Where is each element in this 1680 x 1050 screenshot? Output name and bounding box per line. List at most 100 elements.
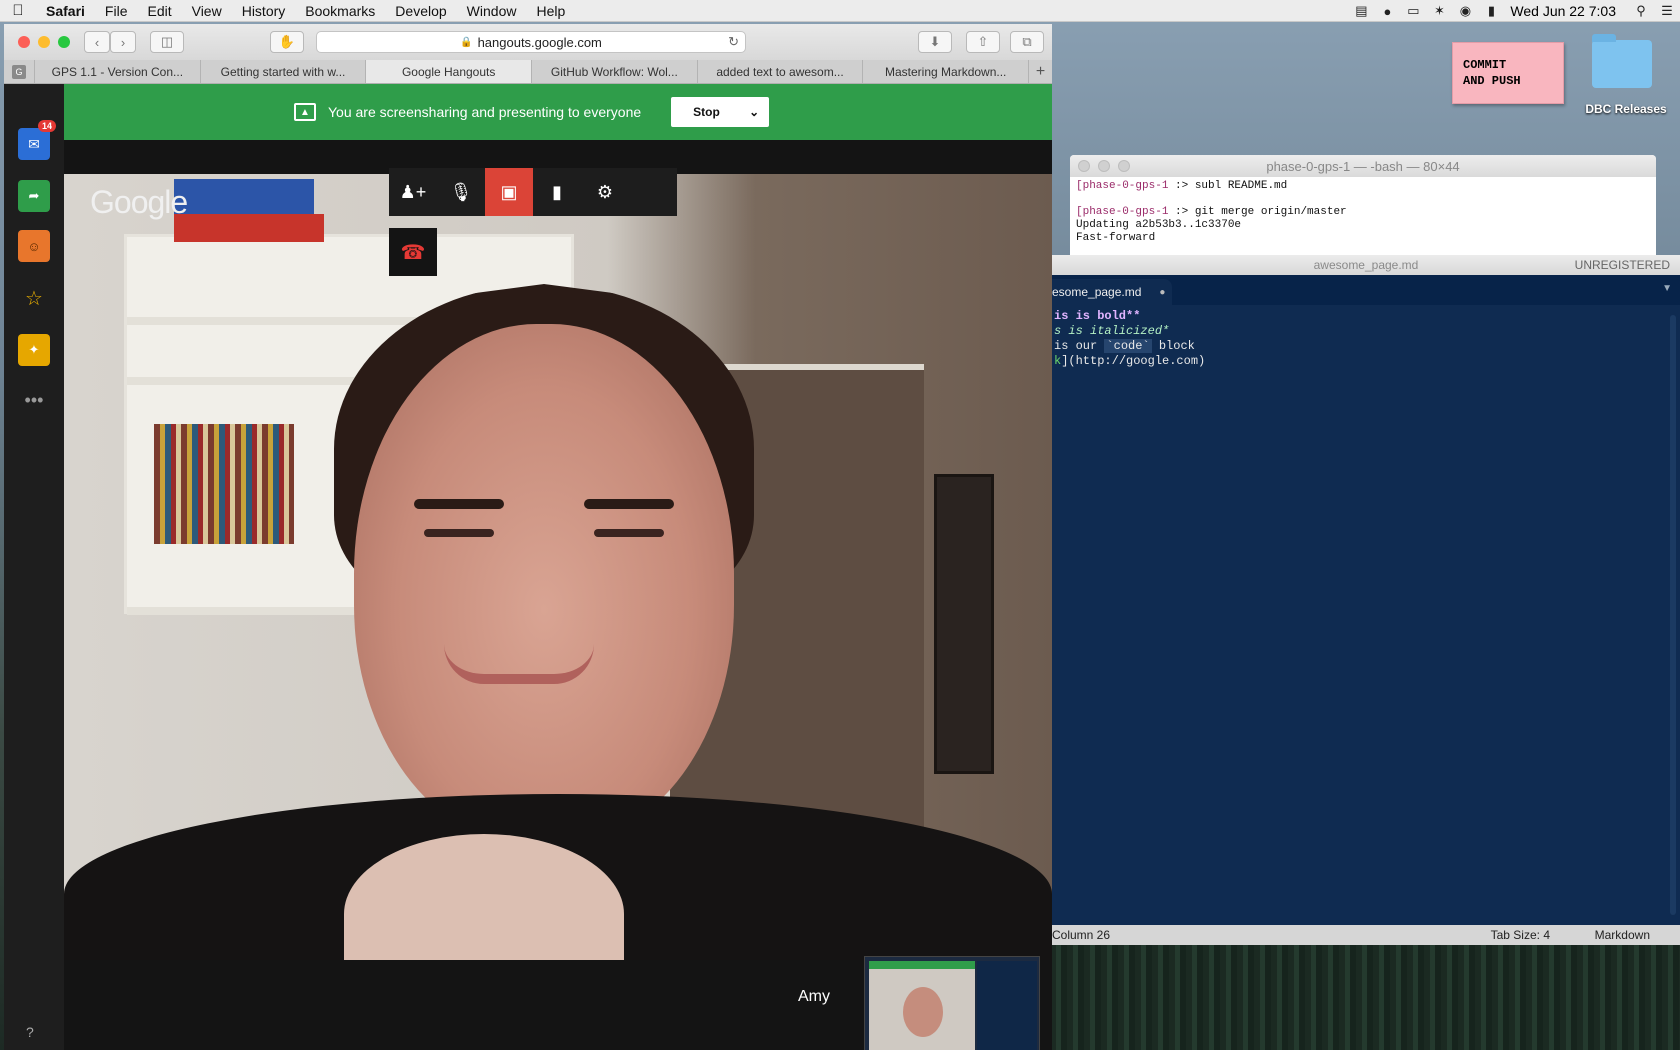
menu-clock[interactable]: Wed Jun 22 7:03: [1504, 3, 1628, 19]
wifi-icon[interactable]: ◉: [1452, 3, 1478, 19]
eye: [594, 529, 664, 537]
code-line: is our `code` block: [1054, 339, 1680, 354]
address-bar[interactable]: 🔒 hangouts.google.com ↻: [316, 31, 746, 53]
menu-window[interactable]: Window: [457, 3, 527, 19]
signal-icon[interactable]: ▮: [533, 168, 581, 216]
sidebar-icon[interactable]: ◫: [150, 31, 184, 53]
hangouts-app: ✉ 14 ➦ ☺ ☆ ✦ ••• ▲ You are screensharing…: [4, 84, 1052, 1050]
minimize-button[interactable]: [38, 36, 50, 48]
tab-gps[interactable]: GPS 1.1 - Version Con...: [34, 60, 200, 83]
mic-off-icon[interactable]: 🎙: [437, 168, 485, 216]
safari-toolbar: ‹ › ◫ ✋ 🔒 hangouts.google.com ↻ ⬇ ⇧ ⧉: [4, 24, 1052, 60]
spotlight-search-icon[interactable]: ⚲: [1628, 3, 1654, 19]
notification-center-icon[interactable]: ☰: [1654, 3, 1680, 19]
safari-window[interactable]: ‹ › ◫ ✋ 🔒 hangouts.google.com ↻ ⬇ ⇧ ⧉ G …: [4, 24, 1052, 1050]
eyebrow: [584, 499, 674, 509]
participant-name: Amy: [764, 960, 864, 1034]
books: [154, 424, 294, 544]
sublime-window[interactable]: awesome_page.md UNREGISTERED esome_page.…: [1052, 255, 1680, 945]
battery-icon[interactable]: ▮: [1478, 3, 1504, 19]
code-text: is our: [1054, 339, 1105, 353]
app-icon[interactable]: ☺: [18, 230, 50, 262]
menu-bar:  Safari File Edit View History Bookmark…: [0, 0, 1680, 22]
url-text: hangouts.google.com: [477, 34, 602, 50]
screenshare-icon[interactable]: ➦: [18, 180, 50, 212]
menu-help[interactable]: Help: [526, 3, 575, 19]
sublime-tab-bar: esome_page.md ● ▼: [1052, 275, 1680, 305]
menu-bookmarks[interactable]: Bookmarks: [295, 3, 385, 19]
tab-dropdown-icon[interactable]: ▼: [1662, 283, 1672, 294]
time-machine-icon[interactable]: ▤: [1348, 3, 1374, 19]
menu-develop[interactable]: Develop: [385, 3, 456, 19]
folder-label[interactable]: DBC Releases: [1576, 102, 1676, 116]
settings-icon[interactable]: ⚙: [581, 168, 629, 216]
downloads-icon[interactable]: ⬇: [918, 31, 952, 53]
stop-label: Stop: [693, 105, 720, 119]
sticky-note[interactable]: COMMIT AND PUSH: [1452, 42, 1564, 104]
bluetooth-icon[interactable]: ✶: [1426, 3, 1452, 19]
unsaved-dot-icon[interactable]: ●: [1159, 287, 1165, 298]
terminal-title: phase-0-gps-1 — -bash — 80×44: [1266, 158, 1460, 174]
share-icon[interactable]: ⇧: [966, 31, 1000, 53]
sublime-status-bar: Column 26 Tab Size: 4 Markdown: [1052, 925, 1680, 945]
video-off-icon[interactable]: ▣: [485, 168, 533, 216]
participant-thumbnail[interactable]: [864, 956, 1040, 1050]
sticky-line-1: COMMIT: [1463, 58, 1507, 72]
google-logo: Google: [90, 184, 188, 220]
apple-icon[interactable]: : [0, 2, 36, 19]
airplay-icon[interactable]: ▭: [1400, 3, 1426, 19]
pinned-tab[interactable]: G: [4, 60, 34, 83]
forward-icon[interactable]: ›: [110, 31, 136, 53]
tab-github-workflow[interactable]: GitHub Workflow: Wol...: [531, 60, 697, 83]
chat-icon[interactable]: ✉ 14: [18, 120, 56, 160]
sublime-tab-label: esome_page.md: [1052, 285, 1142, 299]
tab-added-text[interactable]: added text to awesom...: [696, 60, 863, 83]
menu-view[interactable]: View: [182, 3, 232, 19]
close-button[interactable]: [18, 36, 30, 48]
desktop-forest: [1050, 940, 1680, 1050]
unregistered-label: UNREGISTERED: [1574, 258, 1670, 272]
tab-size-selector[interactable]: Tab Size: 4: [1491, 928, 1550, 942]
menu-file[interactable]: File: [95, 3, 138, 19]
reload-icon[interactable]: ↻: [728, 34, 739, 50]
link-url: ](http://google.com): [1061, 354, 1206, 368]
pointer-icon[interactable]: ☆: [18, 282, 50, 314]
effects-icon[interactable]: ✦: [18, 334, 50, 366]
column-indicator: Column 26: [1052, 928, 1111, 942]
call-controls: ♟+ 🎙 ▣ ▮ ⚙ ☎: [389, 168, 677, 276]
google-favicon-icon: G: [12, 64, 26, 79]
screenshare-message: You are screensharing and presenting to …: [328, 104, 642, 120]
terminal-prompt: [phase-0-gps-1: [1076, 180, 1169, 192]
stop-button[interactable]: Stop ⌄: [671, 97, 770, 127]
extension-icon[interactable]: ✋: [270, 31, 304, 53]
editor-scrollbar[interactable]: [1670, 315, 1676, 915]
menu-app-name[interactable]: Safari: [36, 3, 95, 19]
hang-up-icon[interactable]: ☎: [389, 228, 437, 276]
terminal-prompt: [phase-0-gps-1: [1076, 206, 1169, 218]
sublime-titlebar[interactable]: awesome_page.md UNREGISTERED: [1052, 255, 1680, 275]
terminal-output[interactable]: [phase-0-gps-1 :> subl README.md [phase-…: [1070, 177, 1656, 248]
terminal-window[interactable]: phase-0-gps-1 — -bash — 80×44 [phase-0-g…: [1070, 155, 1656, 255]
tab-google-hangouts[interactable]: Google Hangouts: [365, 60, 532, 83]
tab-mastering-markdown[interactable]: Mastering Markdown...: [862, 60, 1028, 83]
menu-edit[interactable]: Edit: [137, 3, 181, 19]
zoom-button[interactable]: [58, 36, 70, 48]
menu-history[interactable]: History: [232, 3, 296, 19]
tab-getting-started[interactable]: Getting started with w...: [199, 60, 366, 83]
sublime-title: awesome_page.md: [1313, 258, 1419, 272]
chevron-down-icon[interactable]: ⌄: [749, 105, 759, 119]
more-icon[interactable]: •••: [18, 384, 50, 416]
help-icon[interactable]: ?: [26, 1024, 34, 1040]
new-tab-button[interactable]: +: [1028, 60, 1052, 83]
back-icon[interactable]: ‹: [84, 31, 110, 53]
add-person-icon[interactable]: ♟+: [389, 168, 437, 216]
evernote-icon[interactable]: ●: [1374, 4, 1400, 19]
sticky-line-2: AND PUSH: [1463, 74, 1521, 88]
video-feed: [64, 174, 1052, 960]
editor-area[interactable]: is is bold** s is italicized* is our `co…: [1052, 305, 1680, 369]
folder-icon[interactable]: [1592, 34, 1652, 88]
tabs-overview-icon[interactable]: ⧉: [1010, 31, 1044, 53]
terminal-titlebar[interactable]: phase-0-gps-1 — -bash — 80×44: [1070, 155, 1656, 177]
syntax-selector[interactable]: Markdown: [1595, 928, 1650, 942]
sublime-tab[interactable]: esome_page.md ●: [1052, 279, 1172, 305]
